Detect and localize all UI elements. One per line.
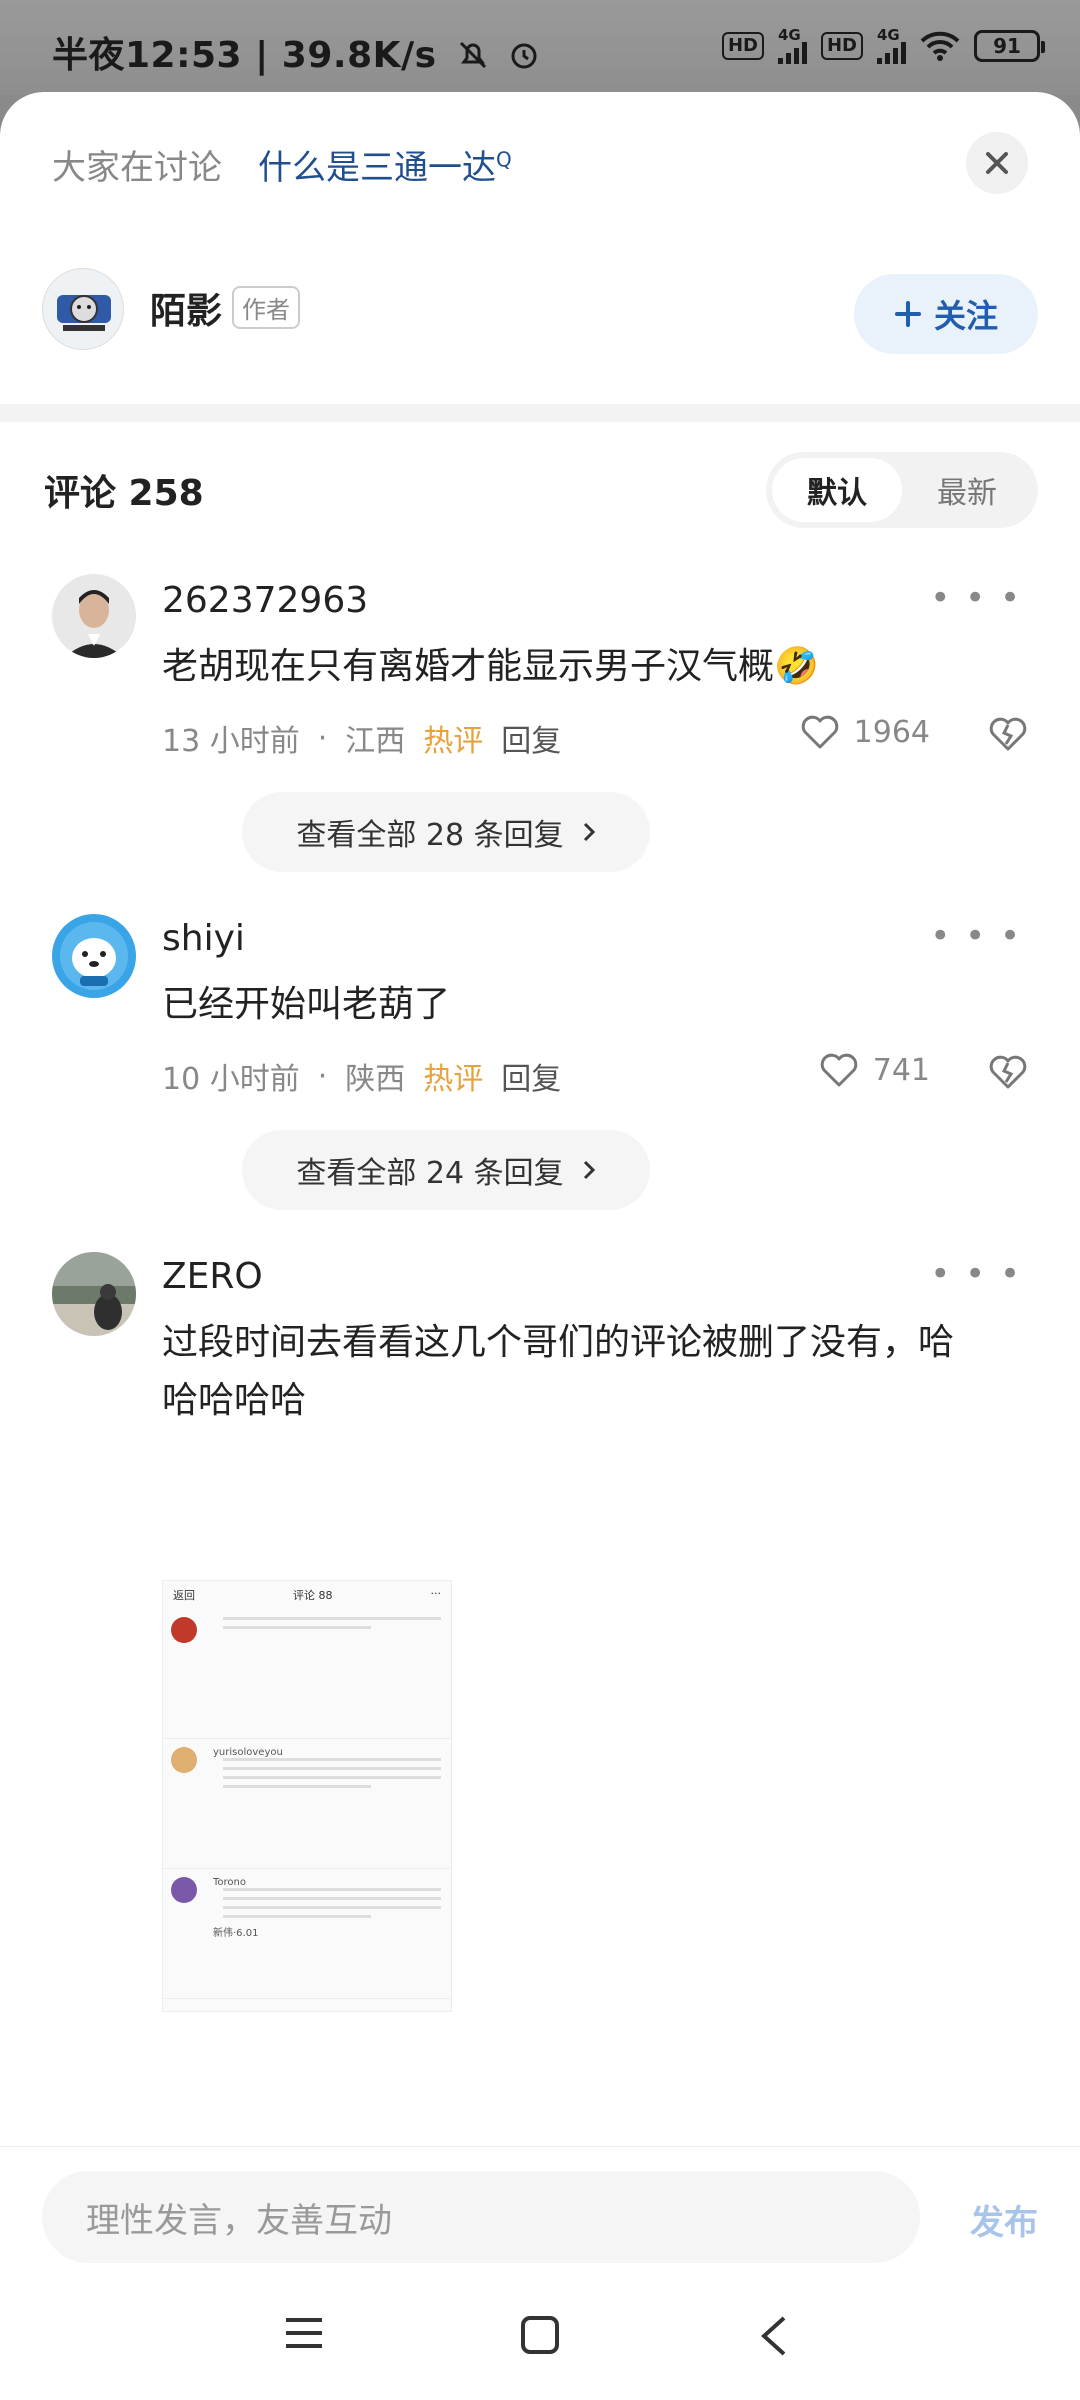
close-icon (986, 152, 1008, 174)
home-nav-button[interactable] (520, 2315, 560, 2359)
hd-badge-2: HD (820, 32, 863, 60)
broken-heart-icon (989, 1055, 1027, 1089)
battery-icon: 91 (974, 30, 1045, 62)
signal-1: 4G (777, 28, 807, 64)
sheet-header: 大家在讨论 什么是三通一达Q (52, 140, 512, 189)
menu-nav-button[interactable] (284, 2315, 324, 2355)
mute-bell-icon (459, 41, 486, 69)
back-nav-button[interactable] (758, 2315, 788, 2361)
thumb-header: 返回 评论 88 ··· (173, 1587, 441, 1602)
comment-meta: 10 小时前 · 陕西 热评 回复 (162, 1054, 561, 1098)
thumb-comment (163, 1609, 451, 1739)
comment-username[interactable]: shiyi (162, 918, 245, 959)
heart-icon (801, 715, 838, 749)
author-name[interactable]: 陌影 (150, 282, 222, 334)
author-row: 陌影 作者 关注 (42, 268, 1038, 358)
like-button[interactable]: 1964 (800, 714, 930, 750)
hot-badge: 热评 (423, 724, 484, 759)
reply-button[interactable]: 回复 (501, 716, 561, 760)
more-options-icon[interactable]: • • • (930, 578, 1022, 618)
topic-link[interactable]: 什么是三通一达Q (258, 140, 512, 189)
view-replies-button[interactable]: 查看全部 28 条回复 (242, 792, 650, 872)
comment-username[interactable]: 262372963 (162, 580, 368, 621)
comment-region: 江西 (345, 724, 406, 759)
dislike-button[interactable] (988, 1054, 1028, 1094)
comment-text: 老胡现在只有离婚才能显示男子汉气概🤣 (162, 646, 819, 687)
sort-toggle: 默认 最新 (766, 452, 1038, 528)
comment-username[interactable]: ZERO (162, 1256, 263, 1297)
close-button[interactable] (966, 132, 1028, 194)
system-nav-bar (0, 2297, 1080, 2400)
more-options-icon[interactable]: • • • (930, 916, 1022, 956)
comment-input-bar: 理性发言，友善互动 发布 (0, 2146, 1080, 2400)
more-options-icon[interactable]: • • • (930, 1254, 1022, 1294)
search-mark-icon: Q (496, 147, 512, 172)
home-square-icon (521, 2316, 559, 2354)
comments-count-title: 评论 258 (44, 473, 204, 514)
comment-text: 过段时间去看看这几个哥们的评论被删了没有，哈 哈哈哈哈 (162, 1322, 955, 1421)
view-replies-button[interactable]: 查看全部 24 条回复 (242, 1130, 650, 1210)
discussing-label: 大家在讨论 (52, 148, 222, 188)
comment-time: 13 小时前 (162, 724, 300, 759)
status-time: 半夜12:53 | 39.8K/s (52, 26, 541, 78)
section-divider (0, 404, 1080, 422)
like-button[interactable]: 741 (819, 1052, 930, 1088)
author-avatar[interactable] (42, 268, 124, 350)
alarm-icon (511, 43, 537, 69)
thumb-comment: yurisoloveyou (163, 1739, 451, 1869)
signal-2: 4G (877, 28, 906, 64)
chevron-right-icon (583, 1160, 595, 1180)
hot-badge: 热评 (423, 1062, 484, 1097)
comment-region: 陕西 (345, 1062, 406, 1097)
meta-separator: · (317, 1058, 328, 1094)
hd-badge: HD (721, 32, 764, 60)
status-icons: HD 4G HD 4G 91 (721, 28, 1045, 64)
heart-icon (820, 1053, 857, 1087)
thumb-comment: Torono 新伟·6.01 (163, 1869, 451, 1999)
user-avatar[interactable] (52, 914, 136, 998)
like-count: 741 (872, 1052, 930, 1088)
signal-bars-icon (877, 42, 906, 64)
comment-input[interactable]: 理性发言，友善互动 (42, 2171, 920, 2263)
chevron-right-icon (583, 822, 595, 842)
follow-button[interactable]: 关注 (854, 274, 1038, 354)
user-avatar[interactable] (52, 574, 136, 658)
meta-separator: · (317, 720, 328, 756)
signal-bars-icon (777, 42, 807, 64)
publish-button[interactable]: 发布 (970, 2195, 1038, 2244)
comment-time: 10 小时前 (162, 1062, 300, 1097)
comment-meta: 13 小时前 · 江西 热评 回复 (162, 716, 561, 760)
user-avatar[interactable] (52, 1252, 136, 1336)
author-badge: 作者 (232, 286, 300, 329)
comment-text: 已经开始叫老葫了 (162, 984, 451, 1025)
menu-icon (286, 2318, 322, 2348)
dislike-button[interactable] (988, 716, 1028, 756)
reply-button[interactable]: 回复 (501, 1054, 561, 1098)
status-bar: 半夜12:53 | 39.8K/s HD 4G HD 4G 91 (0, 0, 1080, 95)
sort-default-tab[interactable]: 默认 (772, 458, 902, 522)
broken-heart-icon (989, 717, 1027, 751)
like-count: 1964 (853, 714, 930, 750)
comment-image[interactable]: 返回 评论 88 ··· yurisoloveyou Torono 新伟·6.0… (162, 1580, 452, 2012)
comments-sheet: 大家在讨论 什么是三通一达Q 陌影 作者 关注 评论 258 默认 最新 262… (0, 92, 1080, 2400)
wifi-icon (920, 31, 960, 61)
sort-latest-tab[interactable]: 最新 (902, 458, 1032, 522)
plus-icon (894, 301, 921, 327)
back-chevron-icon (761, 2316, 786, 2356)
